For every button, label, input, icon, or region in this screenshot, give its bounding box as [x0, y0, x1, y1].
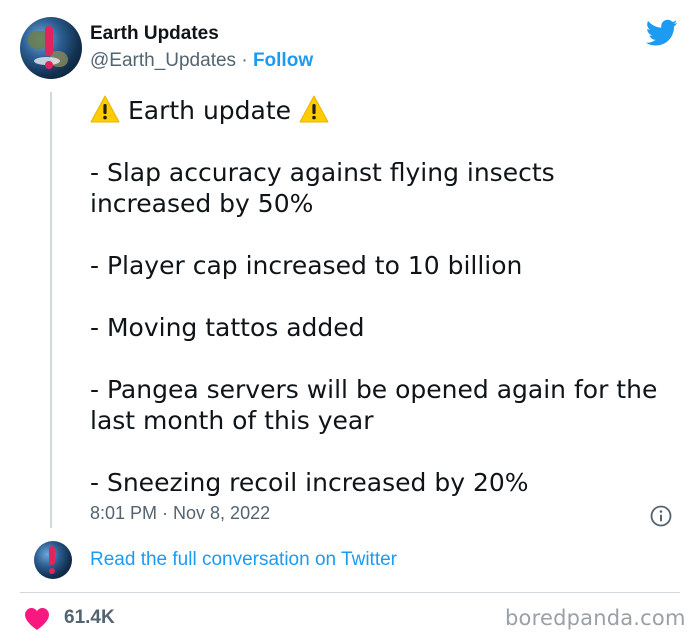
author-display-name[interactable]: Earth Updates: [90, 23, 219, 45]
divider: [20, 592, 680, 593]
author-handle-row: @Earth_Updates · Follow: [90, 50, 313, 72]
tweet-line: - Pangea servers will be opened again fo…: [90, 375, 658, 435]
tweet-line: - Moving tattos added: [90, 313, 365, 342]
read-conversation-link[interactable]: Read the full conversation on Twitter: [90, 549, 397, 571]
watermark: boredpanda.com: [505, 606, 686, 630]
info-icon[interactable]: [650, 505, 672, 527]
conversation-avatar[interactable]: [34, 541, 72, 579]
warning-icon: [299, 95, 329, 123]
author-handle[interactable]: @Earth_Updates: [90, 50, 236, 71]
warning-icon: [90, 95, 120, 123]
separator-dot: ·: [236, 50, 253, 71]
thread-line: [50, 92, 52, 528]
like-count[interactable]: 61.4K: [64, 607, 115, 629]
tweet-timestamp[interactable]: 8:01 PM · Nov 8, 2022: [90, 503, 270, 524]
tweet-title: Earth update: [127, 96, 292, 125]
follow-button[interactable]: Follow: [253, 50, 313, 71]
tweet-title-line: Earth update: [90, 95, 680, 126]
tweet-body: Earth update - Slap accuracy against fly…: [90, 95, 680, 498]
author-avatar[interactable]: [20, 17, 82, 79]
tweet-line: - Slap accuracy against flying insects i…: [90, 158, 555, 218]
exclamation-icon: [42, 26, 56, 72]
twitter-bird-icon[interactable]: [646, 19, 678, 47]
tweet-line: - Player cap increased to 10 billion: [90, 251, 523, 280]
heart-icon[interactable]: [24, 607, 50, 631]
tweet-line: - Sneezing recoil increased by 20%: [90, 468, 529, 497]
